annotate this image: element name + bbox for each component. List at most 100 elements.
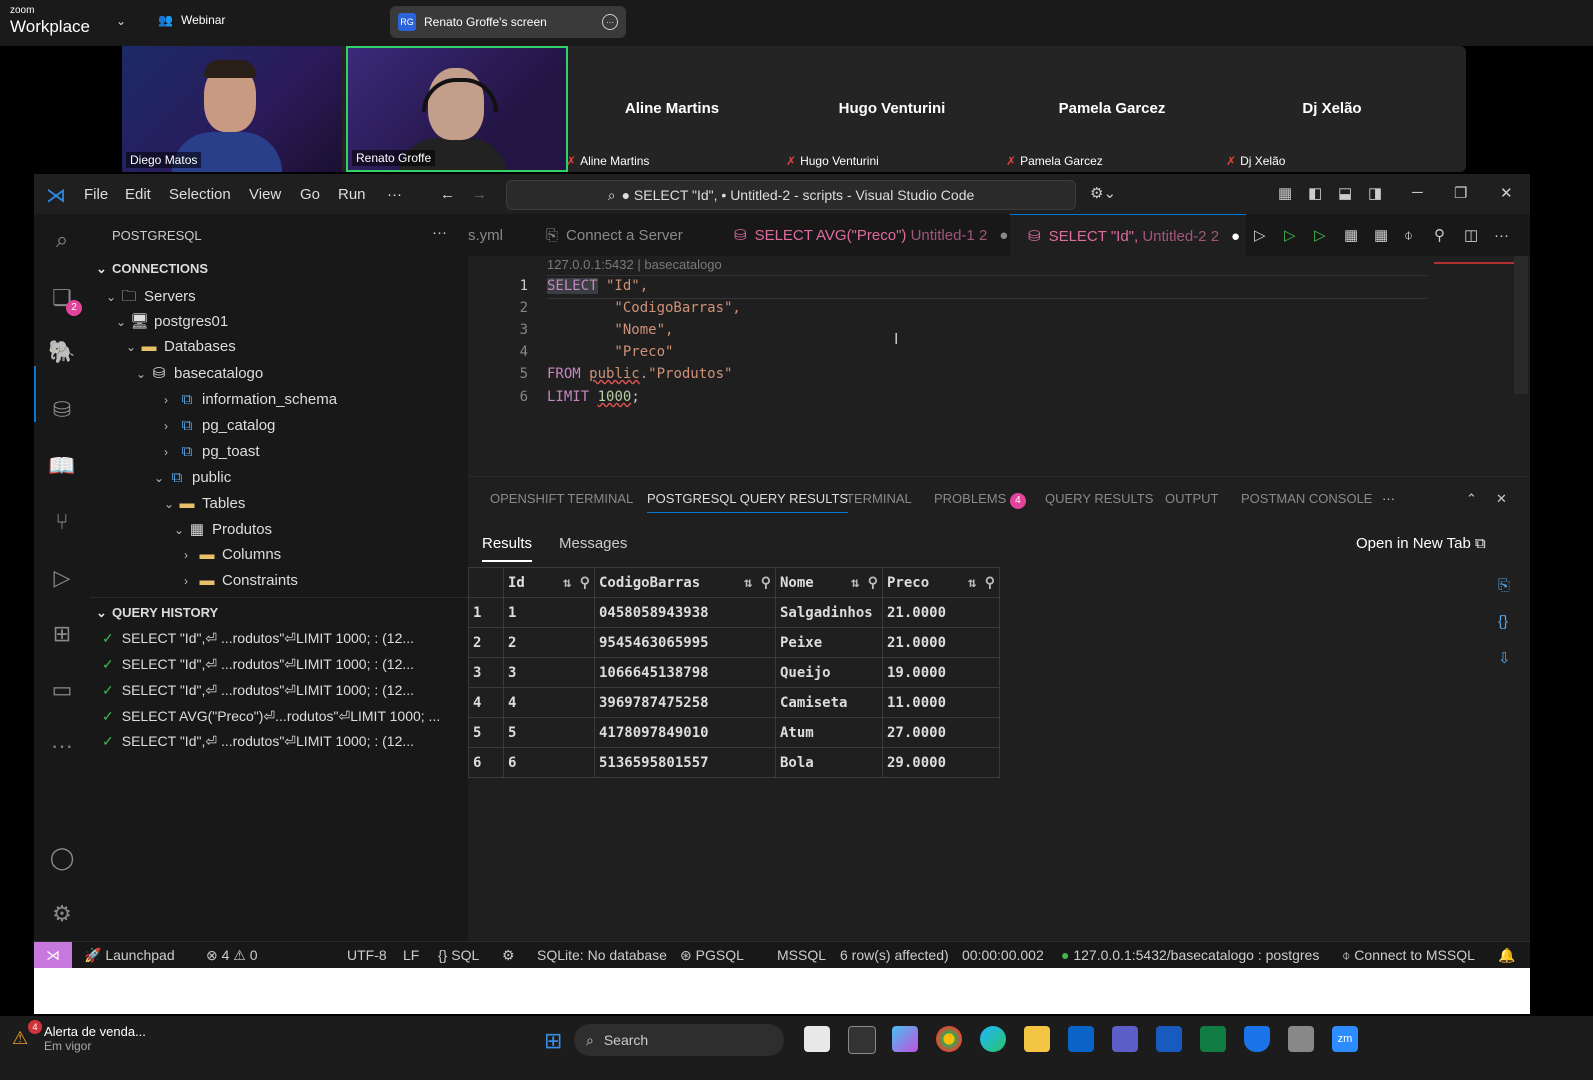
- mssql-status[interactable]: MSSQL: [777, 947, 826, 963]
- participant-tile-dj[interactable]: Dj Xelão ✗ Dj Xelão: [1222, 46, 1442, 172]
- outlook-icon[interactable]: [1068, 1026, 1094, 1052]
- cell-preco[interactable]: 21.0000: [882, 627, 1000, 658]
- close-panel-icon[interactable]: ✕: [1496, 491, 1507, 507]
- cell-codigobarras[interactable]: 4178097849010: [594, 717, 776, 748]
- tab-query-results[interactable]: QUERY RESULTS: [1045, 491, 1153, 506]
- tree-item-information-schema[interactable]: › ⧉ information_schema: [164, 391, 337, 408]
- grid-icon[interactable]: ▦: [1374, 214, 1388, 256]
- database-icon[interactable]: ⛁: [48, 396, 76, 424]
- pgsql-status[interactable]: ⊛ PGSQL: [680, 947, 744, 964]
- cell-id[interactable]: 5: [503, 717, 595, 748]
- problems-status[interactable]: ⊗ 4 ⚠ 0: [206, 947, 258, 964]
- cell-codigobarras[interactable]: 1066645138798: [594, 657, 776, 688]
- tab-openshift-terminal[interactable]: OPENSHIFT TERMINAL: [490, 491, 633, 506]
- history-item[interactable]: ✓ SELECT "Id",⏎ ...rodutos"⏎LIMIT 1000; :…: [102, 630, 414, 647]
- column-header[interactable]: Id ⇅ ⚲: [503, 567, 595, 598]
- json-icon[interactable]: {}: [1498, 613, 1508, 630]
- tab-terminal[interactable]: TERMINAL: [846, 491, 912, 506]
- tree-item-pg-catalog[interactable]: › ⧉ pg_catalog: [164, 417, 275, 434]
- results-tab[interactable]: Results: [482, 535, 533, 562]
- windows-start-icon[interactable]: ⊞: [544, 1028, 562, 1054]
- cell-codigobarras[interactable]: 0458058943938: [594, 597, 776, 628]
- webinar-button[interactable]: 👥 Webinar: [158, 13, 225, 27]
- sort-filter-icon[interactable]: ⇅ ⚲: [968, 575, 995, 591]
- connect-icon[interactable]: ⚲: [1434, 214, 1445, 256]
- table-row[interactable]: 2 2 9545463065995 Peixe 21.0000: [468, 627, 1000, 658]
- menu-edit[interactable]: Edit: [125, 186, 151, 203]
- tree-item-basecatalogo[interactable]: ⌄ ⛁ basecatalogo: [136, 364, 263, 382]
- menu-go[interactable]: Go: [300, 186, 320, 203]
- launchpad-button[interactable]: 🚀 Launchpad: [84, 947, 175, 964]
- cell-preco[interactable]: 21.0000: [882, 597, 1000, 628]
- task-view-icon[interactable]: [804, 1026, 830, 1052]
- tab-postman-console[interactable]: POSTMAN CONSOLE: [1241, 491, 1372, 506]
- history-item[interactable]: ✓ SELECT "Id",⏎ ...rodutos"⏎LIMIT 1000; :…: [102, 682, 414, 699]
- run-cursor-icon[interactable]: ▷: [1314, 214, 1326, 256]
- taskbar-search[interactable]: ⌕ Search: [574, 1024, 784, 1056]
- menu-view[interactable]: View: [249, 186, 281, 203]
- menu-run[interactable]: Run: [338, 186, 366, 203]
- history-item[interactable]: ✓ SELECT "Id",⏎ ...rodutos"⏎LIMIT 1000; :…: [102, 656, 414, 673]
- cell-preco[interactable]: 11.0000: [882, 687, 1000, 718]
- copy-results-icon[interactable]: ⎘: [1498, 577, 1510, 594]
- tree-item-databases[interactable]: ⌄ ▬ Databases: [126, 338, 236, 355]
- participant-tile-aline[interactable]: Aline Martins ✗ Aline Martins: [562, 46, 782, 172]
- cell-nome[interactable]: Peixe: [775, 627, 883, 658]
- cell-id[interactable]: 4: [503, 687, 595, 718]
- cell-nome[interactable]: Queijo: [775, 657, 883, 688]
- run-query-icon[interactable]: ▷: [1254, 214, 1266, 256]
- column-header[interactable]: Nome ⇅ ⚲: [775, 567, 883, 598]
- tree-item-constraints[interactable]: › ▬ Constraints: [184, 572, 298, 589]
- tab-avg-query[interactable]: ⛁ SELECT AVG("Preco") Untitled-1 2 ●: [734, 214, 1008, 256]
- sqlite-status[interactable]: SQLite: No database: [537, 947, 667, 963]
- back-arrow-icon[interactable]: ←: [440, 186, 455, 203]
- cell-nome[interactable]: Camiseta: [775, 687, 883, 718]
- edge-icon[interactable]: [980, 1026, 1006, 1052]
- weather-alert-widget[interactable]: ⚠ 4 Alerta de venda... Em vigor: [12, 1020, 146, 1053]
- forward-arrow-icon[interactable]: →: [472, 186, 487, 203]
- toggle-secondary-sidebar-icon[interactable]: ◨: [1368, 184, 1382, 202]
- postgresql-elephant-icon[interactable]: 🐘: [48, 338, 76, 366]
- account-icon[interactable]: ◯: [48, 844, 76, 872]
- more-icon[interactable]: ···: [48, 732, 76, 760]
- search-icon[interactable]: ⌕: [48, 226, 76, 254]
- participant-tile-pamela[interactable]: Pamela Garcez ✗ Pamela Garcez: [1002, 46, 1222, 172]
- tree-item-columns[interactable]: › ▬ Columns: [184, 546, 281, 563]
- cell-nome[interactable]: Atum: [775, 717, 883, 748]
- panel-more-icon[interactable]: ···: [1382, 491, 1395, 506]
- plug-icon[interactable]: ⌽: [1404, 214, 1413, 256]
- connections-section[interactable]: ⌄ CONNECTIONS: [96, 261, 208, 277]
- cell-codigobarras[interactable]: 3969787475258: [594, 687, 776, 718]
- source-control-icon[interactable]: ⑂: [48, 508, 76, 536]
- scrollbar[interactable]: [1514, 256, 1528, 394]
- tab-output[interactable]: OUTPUT: [1165, 491, 1218, 506]
- cell-id[interactable]: 1: [503, 597, 595, 628]
- history-item[interactable]: ✓ SELECT "Id",⏎ ...rodutos"⏎LIMIT 1000; :…: [102, 733, 414, 750]
- cell-nome[interactable]: Bola: [775, 747, 883, 778]
- tab-connect-server[interactable]: ⎘ Connect a Server: [546, 214, 683, 256]
- language-status[interactable]: {} SQL: [438, 947, 479, 963]
- split-editor-icon[interactable]: ◫: [1464, 214, 1478, 256]
- cell-id[interactable]: 6: [503, 747, 595, 778]
- participant-tile-hugo[interactable]: Hugo Venturini ✗ Hugo Venturini: [782, 46, 1002, 172]
- sort-filter-icon[interactable]: ⇅ ⚲: [744, 575, 771, 591]
- table-row[interactable]: 4 4 3969787475258 Camiseta 11.0000: [468, 687, 1000, 718]
- more-actions-icon[interactable]: ···: [432, 224, 447, 241]
- cell-preco[interactable]: 19.0000: [882, 657, 1000, 688]
- more-icon[interactable]: ···: [602, 14, 618, 30]
- cell-id[interactable]: 3: [503, 657, 595, 688]
- video-tile-diego[interactable]: Diego Matos: [122, 46, 342, 172]
- connect-mssql-button[interactable]: ⌽ Connect to MSSQL: [1342, 947, 1475, 964]
- layout-icon[interactable]: ▦: [1278, 184, 1292, 202]
- tab-yml[interactable]: s.yml: [468, 214, 538, 256]
- cell-codigobarras[interactable]: 5136595801557: [594, 747, 776, 778]
- gear-icon[interactable]: ⚙: [48, 900, 76, 928]
- book-icon[interactable]: 📖: [48, 452, 76, 480]
- minimize-icon[interactable]: ─: [1412, 184, 1423, 201]
- table-row[interactable]: 1 1 0458058943938 Salgadinhos 21.0000: [468, 597, 1000, 628]
- file-explorer-icon[interactable]: [1024, 1026, 1050, 1052]
- more-actions-icon[interactable]: ···: [1494, 214, 1509, 256]
- video-tile-renato[interactable]: Renato Groffe: [346, 46, 568, 172]
- copilot-icon[interactable]: ⚙⌄: [1090, 184, 1116, 202]
- menu-file[interactable]: File: [84, 186, 108, 203]
